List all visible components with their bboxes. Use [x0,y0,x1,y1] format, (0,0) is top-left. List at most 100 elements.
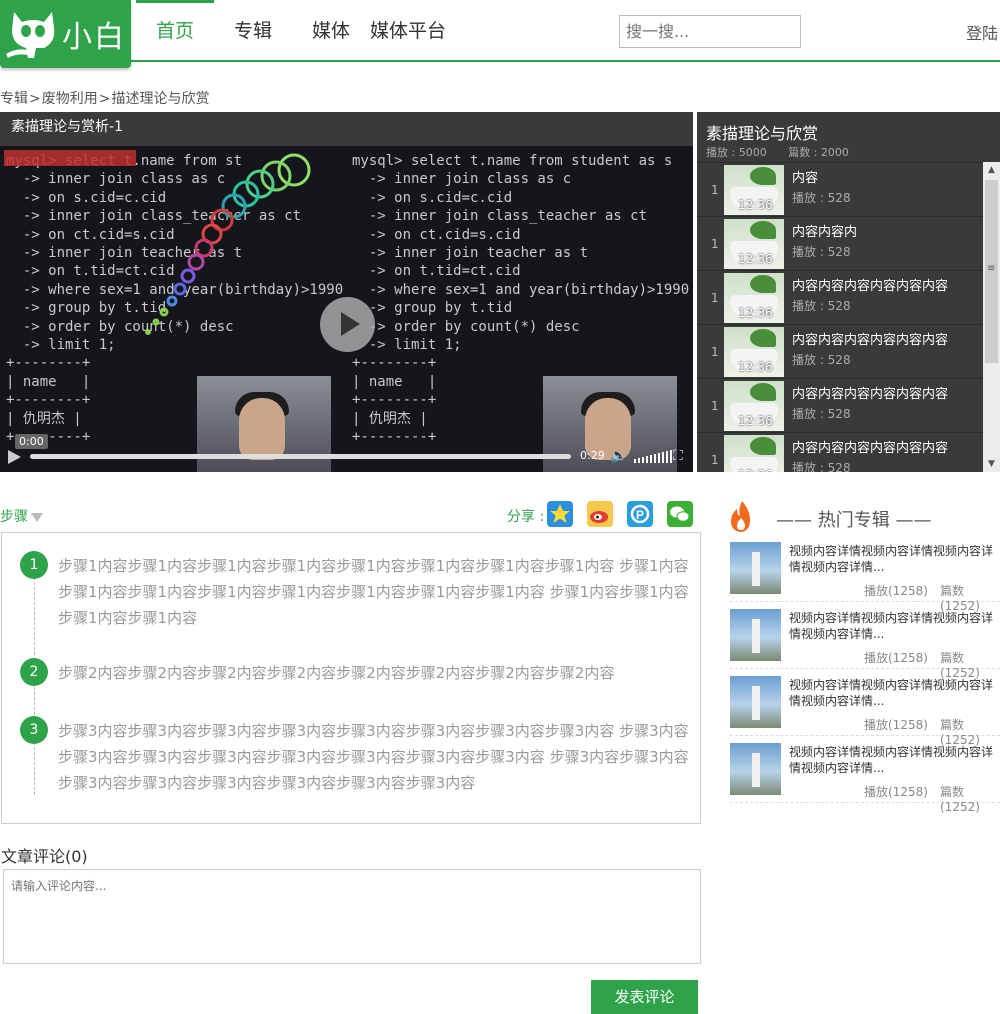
hot-album-plays: 播放(1258) [864,718,928,732]
playlist-item-duration: 12:36 [738,306,773,320]
nav-home[interactable]: 首页 [136,0,215,62]
hot-album-thumbnail [730,676,781,728]
scroll-up-icon[interactable]: ▲ [983,162,1000,178]
hot-album-text: 视频内容详情视频内容详情视频内容详情视频内容详情... [789,745,994,775]
volume-icon[interactable]: 🔈 [610,448,627,464]
nav-media[interactable]: 媒体 [292,0,370,62]
playlist-item-plays: 播放 : 528 [792,353,851,367]
step-number: 3 [20,716,48,744]
hot-album-text: 视频内容详情视频内容详情视频内容详情视频内容详情... [789,544,994,574]
playlist-stats: 播放 : 5000 篇数 : 2000 [706,144,867,160]
scroll-grip-icon: ≡ [987,263,996,274]
volume-slider[interactable] [634,450,672,463]
fullscreen-icon[interactable]: ⛶ [673,448,683,464]
breadcrumb-item[interactable]: 专辑 [0,91,28,107]
playlist-item-plays: 播放 : 528 [792,191,851,205]
flame-icon [731,501,750,532]
comments-title: 文章评论(0) [1,847,88,866]
playlist-item-plays: 播放 : 528 [792,245,851,259]
step-text: 步骤1内容步骤1内容步骤1内容步骤1内容步骤1内容步骤1内容步骤1内容步骤1内容… [58,557,689,627]
code-line: mysql> select t.name from student as s [352,153,673,169]
steps-toggle[interactable]: 步骤 [0,506,43,526]
playlist-item-number: 1 [711,237,719,251]
current-time: 0:00 [15,434,48,449]
dropdown-arrow-icon [31,512,43,522]
nav-albums[interactable]: 专辑 [214,0,292,62]
video-screen[interactable]: mysql> select t.name from st -> inner jo… [0,146,693,472]
tencent-weibo-icon[interactable]: P [627,501,653,527]
playlist-item-title: 内容内容内容内容内容内容 [792,441,949,456]
hot-album-item[interactable]: 视频内容详情视频内容详情视频内容详情视频内容详情... 播放(1258) 篇数(12… [730,676,1000,747]
playlist-item[interactable]: 1 12:36 内容内容内容内容内容内容播放 : 528 [697,432,983,472]
playlist-item-plays: 播放 : 528 [792,461,851,472]
hot-albums-title: —— 热门专辑 —— [776,510,932,531]
playlist-item-title: 内容内容内容内容内容内容 [792,387,949,402]
playlist-plays: 播放 : 5000 [706,146,767,159]
code-line: -> order by count(*) desc [352,318,580,335]
playlist-items: 1 12:36 内容 播放 : 528 1 12:36 内容内容内 播放 : 528 1 12:3… [697,162,983,472]
steps-box: 1 步骤1内容步骤1内容步骤1内容步骤1内容步骤1内容步骤1内容步骤1内容步骤1… [1,532,701,824]
playlist-item-number: 1 [711,399,719,413]
hot-album-thumbnail [730,542,781,594]
progress-track[interactable] [30,454,571,459]
code-line: -> where sex=1 and year(birthday)>1990 [352,281,690,298]
playlist-panel: 素描理论与欣赏 播放 : 5000 篇数 : 2000 1 12:36 内容 播放 :… [697,112,1000,472]
hot-album-plays: 播放(1258) [864,651,928,665]
playlist-item-thumbnail: 12:36 [724,435,784,472]
playlist-item-number: 1 [711,345,719,359]
hot-album-thumbnail [730,743,781,795]
code-line: -> group by t.tid [352,300,513,317]
code-line: -> inner join teacher as t [352,245,589,262]
code-line: +--------+ [352,355,437,372]
hot-album-item[interactable]: 视频内容详情视频内容详情视频内容详情视频内容详情... 播放(1258) 篇数(12… [730,542,1000,613]
playlist-item-duration: 12:36 [738,468,773,472]
share-label: 分享 : [507,509,545,525]
playlist-count: 篇数 : 2000 [788,146,849,159]
loading-spinner-graphic [145,153,311,335]
playlist-title: 素描理论与欣赏 [706,124,819,143]
video-title: 素描理论与赏析-1 [0,112,693,146]
weibo-icon[interactable] [587,501,613,527]
playlist-item[interactable]: 1 12:36 内容内容内容内容内容内容播放 : 528 [697,378,983,432]
step-text: 步骤2内容步骤2内容步骤2内容步骤2内容步骤2内容步骤2内容步骤2内容步骤2内容 [58,664,615,682]
play-icon[interactable] [320,297,375,352]
hot-album-plays: 播放(1258) [864,584,928,598]
playlist-scrollbar[interactable]: ▲ ≡ ▼ [983,162,1000,472]
playlist-item[interactable]: 1 12:36 内容内容内容内容内容内容播放 : 528 [697,270,983,324]
scroll-down-icon[interactable]: ▼ [983,456,1000,472]
hot-album-item[interactable]: 视频内容详情视频内容详情视频内容详情视频内容详情... 播放(1258) 篇数(12… [730,609,1000,680]
hot-album-thumbnail [730,609,781,661]
submit-comment-button[interactable]: 发表评论 [591,980,698,1014]
logo[interactable]: 小白 [0,0,131,68]
code-line: -> on t.tid=ct.cid [352,263,521,280]
playlist-item-plays: 播放 : 528 [792,407,851,421]
playlist-item-thumbnail: 12:36 [724,219,784,269]
control-play-icon[interactable] [8,450,21,464]
login-link[interactable]: 登陆 [966,20,998,44]
playlist-item-duration: 12:36 [738,198,773,212]
nav-media-platform[interactable]: 媒体平台 [370,0,446,62]
step-text: 步骤3内容步骤3内容步骤3内容步骤3内容步骤3内容步骤3内容步骤3内容步骤3内容… [58,722,689,792]
playlist-item[interactable]: 1 12:36 内容内容内容内容内容内容播放 : 528 [697,324,983,378]
search-input[interactable] [619,15,801,48]
qzone-star-icon[interactable] [547,501,573,527]
code-line: -> inner join class_teacher as ct [352,208,648,225]
brand-name: 小白 [62,20,126,55]
video-player[interactable]: 素描理论与赏析-1 mysql> select t.name from st -… [0,112,693,472]
playlist-item-duration: 12:36 [738,414,773,428]
playlist-item[interactable]: 1 12:36 内容内容内 播放 : 528 [697,216,983,270]
breadcrumb-item[interactable]: 废物利用 [42,91,98,107]
comment-input[interactable] [3,869,701,964]
wechat-icon[interactable] [667,501,693,527]
playlist-item-title: 内容 [792,171,819,186]
main-nav: 首页 专辑 媒体 媒体平台 [136,0,446,62]
hot-album-plays: 播放(1258) [864,785,928,799]
playlist-item[interactable]: 1 12:36 内容 播放 : 528 [697,162,983,216]
code-line: -> limit 1; [352,337,462,354]
video-controls: 0:00 0:29 🔈 ⛶ [0,434,693,472]
hot-album-item[interactable]: 视频内容详情视频内容详情视频内容详情视频内容详情... 播放(1258) 篇数(12… [730,743,1000,814]
playlist-item-title: 内容内容内容内容内容内容 [792,333,949,348]
playlist-item-number: 1 [711,291,719,305]
hot-album-text: 视频内容详情视频内容详情视频内容详情视频内容详情... [789,611,994,641]
code-line: -> inner join class as c [352,171,572,188]
